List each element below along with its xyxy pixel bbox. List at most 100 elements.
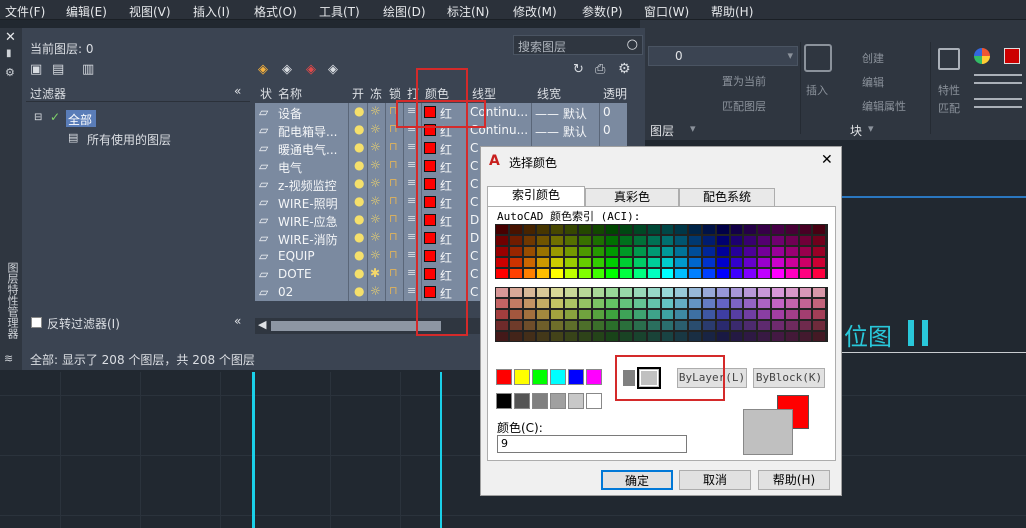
palette-cell[interactable] (744, 299, 758, 309)
standard-color-swatch[interactable] (550, 369, 566, 385)
filter-used-layers[interactable]: 所有使用的图层 (87, 131, 171, 148)
palette-cell[interactable] (647, 332, 661, 342)
standard-color-swatch[interactable] (532, 369, 548, 385)
unlock-icon[interactable]: ⊓ (389, 248, 398, 261)
palette-cell[interactable] (509, 321, 523, 331)
layer-states-icon[interactable]: ▥ (82, 62, 94, 77)
palette-cell[interactable] (592, 288, 606, 298)
palette-cell[interactable] (592, 269, 606, 279)
palette-cell[interactable] (565, 321, 578, 331)
layer-linetype[interactable]: C (470, 249, 478, 263)
palette-cell[interactable] (496, 288, 509, 298)
palette-cell[interactable] (799, 247, 813, 257)
palette-cell[interactable] (661, 258, 675, 268)
palette-cell[interactable] (509, 247, 523, 257)
menu-item[interactable]: 帮助(H) (711, 3, 753, 20)
palette-cell[interactable] (744, 236, 758, 246)
palette-cell[interactable] (634, 288, 647, 298)
invert-filter-checkbox[interactable] (31, 317, 42, 328)
col-freeze[interactable]: 冻 (370, 85, 382, 102)
palette-cell[interactable] (509, 258, 523, 268)
palette-cell[interactable] (730, 321, 744, 331)
palette-cell[interactable] (716, 236, 730, 246)
palette-cell[interactable] (578, 258, 592, 268)
standard-color-swatch[interactable] (514, 369, 530, 385)
palette-cell[interactable] (772, 288, 785, 298)
palette-cell[interactable] (730, 299, 744, 309)
palette-cell[interactable] (565, 299, 578, 309)
plot-icon[interactable]: ≡ (407, 176, 416, 189)
palette-cell[interactable] (523, 332, 537, 342)
settings-icon[interactable]: ⎙ (595, 62, 605, 77)
palette-cell[interactable] (496, 236, 509, 246)
palette-cell[interactable] (799, 269, 813, 279)
tab-true-color[interactable]: 真彩色 (585, 188, 679, 207)
insert-icon[interactable] (804, 44, 832, 72)
palette-cell[interactable] (689, 299, 702, 309)
create-block-button[interactable]: 创建 (862, 50, 884, 66)
palette-cell[interactable] (689, 247, 702, 257)
palette-cell[interactable] (772, 321, 785, 331)
palette-cell[interactable] (785, 332, 799, 342)
palette-cell[interactable] (758, 258, 771, 268)
palette-cell[interactable] (703, 299, 716, 309)
palette-cell[interactable] (578, 269, 592, 279)
palette-cell[interactable] (772, 332, 785, 342)
palette-cell[interactable] (496, 269, 509, 279)
palette-cell[interactable] (606, 225, 620, 235)
palette-cell[interactable] (758, 321, 771, 331)
palette-cell[interactable] (703, 247, 716, 257)
palette-cell[interactable] (744, 288, 758, 298)
palette-cell[interactable] (551, 225, 564, 235)
palette-cell[interactable] (647, 310, 661, 320)
palette-cell[interactable] (758, 225, 771, 235)
palette-cell[interactable] (772, 236, 785, 246)
palette-cell[interactable] (606, 247, 620, 257)
palette-cell[interactable] (537, 258, 551, 268)
palette-cell[interactable] (758, 269, 771, 279)
palette-cell[interactable] (565, 236, 578, 246)
palette-cell[interactable] (689, 288, 702, 298)
color-swatch-icon[interactable] (1004, 48, 1020, 64)
palette-cell[interactable] (799, 258, 813, 268)
palette-cell[interactable] (551, 258, 564, 268)
palette-cell[interactable] (523, 247, 537, 257)
layer-status-icon[interactable]: ▱ (259, 105, 268, 119)
layer-name[interactable]: 电气 (278, 159, 302, 176)
palette-cell[interactable] (620, 299, 633, 309)
plot-icon[interactable]: ≡ (407, 284, 416, 297)
palette-cell[interactable] (661, 310, 675, 320)
new-layer-icon[interactable]: ◈ (258, 62, 268, 77)
palette-cell[interactable] (647, 247, 661, 257)
palette-cell[interactable] (578, 299, 592, 309)
layer-status-icon[interactable]: ▱ (259, 123, 268, 137)
new-layer-frozen-icon[interactable]: ◈ (282, 62, 292, 77)
palette-cell[interactable] (661, 225, 675, 235)
palette-cell[interactable] (785, 269, 799, 279)
palette-cell[interactable] (758, 247, 771, 257)
palette-cell[interactable] (647, 269, 661, 279)
palette-cell[interactable] (647, 236, 661, 246)
palette-cell[interactable] (565, 269, 578, 279)
palette-cell[interactable] (620, 310, 633, 320)
light-bulb-icon[interactable]: ● (354, 248, 364, 262)
palette-cell[interactable] (523, 236, 537, 246)
col-name[interactable]: 名称 (278, 85, 302, 102)
palette-cell[interactable] (537, 225, 551, 235)
menu-item[interactable]: 文件(F) (5, 3, 45, 20)
plot-icon[interactable]: ≡ (407, 266, 416, 279)
palette-cell[interactable] (716, 299, 730, 309)
grey-color-swatch[interactable] (586, 393, 602, 409)
light-bulb-icon[interactable]: ● (354, 176, 364, 190)
set-current-icon[interactable]: ◈ (328, 62, 338, 77)
palette-cell[interactable] (785, 299, 799, 309)
palette-cell[interactable] (565, 225, 578, 235)
palette-cell[interactable] (620, 321, 633, 331)
layer-name[interactable]: WIRE-消防 (278, 231, 338, 248)
col-transparency[interactable]: 透明 (603, 85, 627, 102)
palette-cell[interactable] (744, 332, 758, 342)
unlock-icon[interactable]: ⊓ (389, 266, 398, 279)
plot-icon[interactable]: ≡ (407, 158, 416, 171)
palette-cell[interactable] (523, 299, 537, 309)
palette-cell[interactable] (578, 310, 592, 320)
